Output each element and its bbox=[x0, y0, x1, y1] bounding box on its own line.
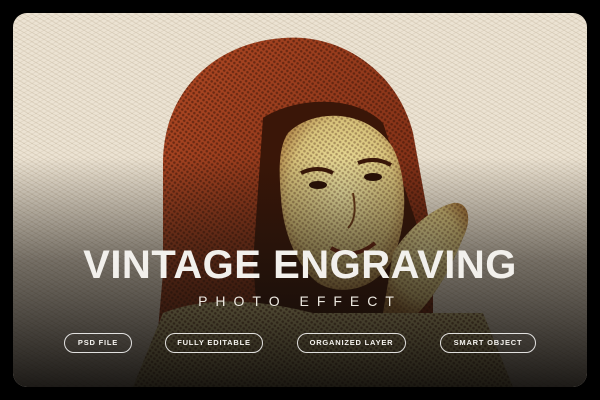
badge-organized-layer: ORGANIZED LAYER bbox=[297, 333, 406, 353]
badge-psd-file: PSD FILE bbox=[64, 333, 132, 353]
badge-fully-editable: FULLY EDITABLE bbox=[165, 333, 263, 353]
title: VINTAGE ENGRAVING bbox=[83, 243, 517, 287]
promo-card bbox=[13, 13, 587, 387]
badge-smart-object: SMART OBJECT bbox=[440, 333, 536, 353]
page: VINTAGE ENGRAVING PHOTO EFFECT PSD FILE … bbox=[0, 0, 600, 400]
feature-badges: PSD FILE FULLY EDITABLE ORGANIZED LAYER … bbox=[0, 333, 600, 353]
subtitle: PHOTO EFFECT bbox=[198, 293, 402, 309]
